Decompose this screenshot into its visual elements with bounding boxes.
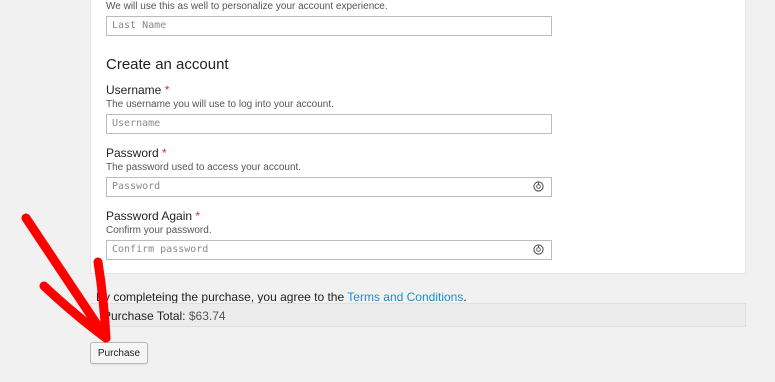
- terms-suffix: .: [463, 290, 467, 304]
- password-reveal-icon[interactable]: [533, 181, 544, 192]
- confirm-password-reveal-icon[interactable]: [533, 244, 544, 255]
- annotation-arrow-icon: [21, 213, 111, 343]
- terms-link[interactable]: Terms and Conditions: [347, 290, 463, 304]
